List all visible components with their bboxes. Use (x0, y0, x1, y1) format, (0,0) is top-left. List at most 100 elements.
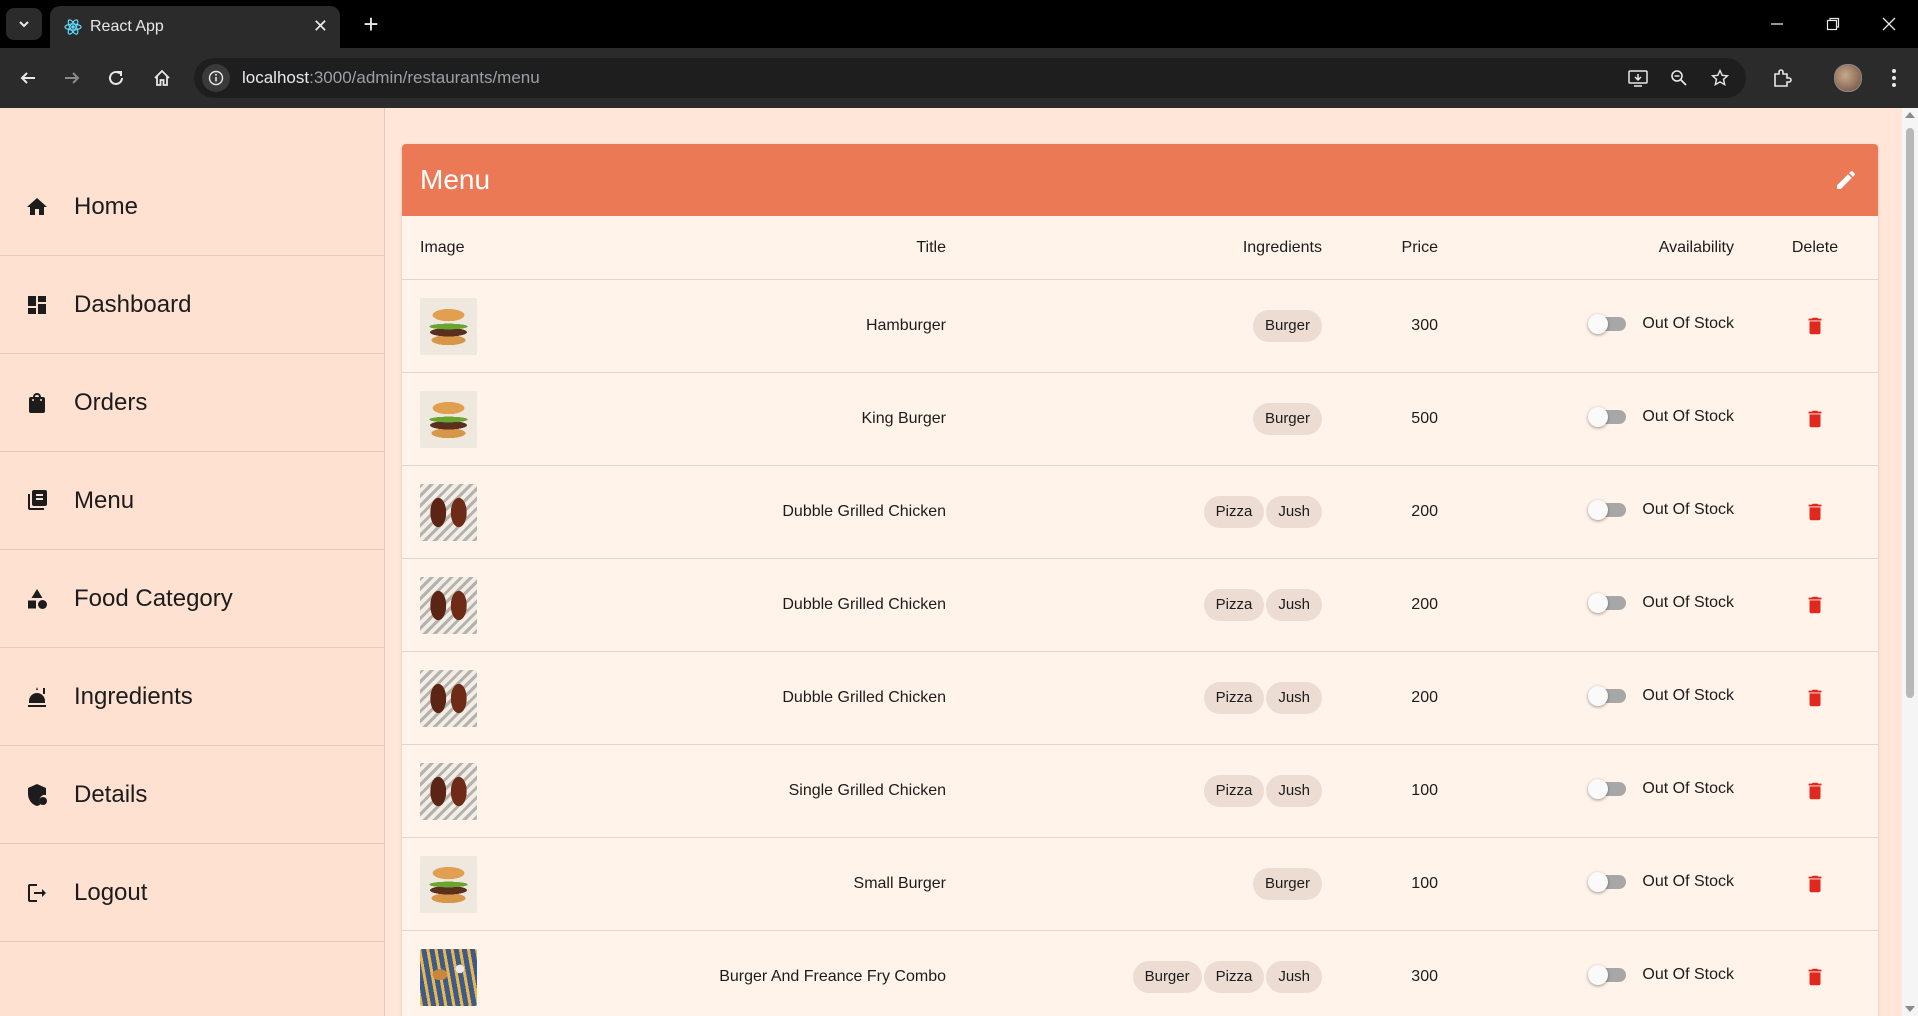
edit-button[interactable] (1832, 166, 1860, 194)
address-bar[interactable]: localhost:3000/admin/restaurants/menu (194, 58, 1746, 98)
trash-icon (1808, 317, 1822, 334)
sidebar-item-label: Details (74, 780, 148, 808)
bookmark-star-icon[interactable] (1706, 64, 1734, 92)
food-bank-icon (24, 684, 50, 710)
availability-control: Out Of Stock (1588, 405, 1734, 429)
ingredient-chip: Pizza (1203, 775, 1265, 807)
browser-menu-button[interactable] (1876, 60, 1912, 96)
availability-cell: Out Of Stock (1456, 744, 1752, 838)
sidebar-item-menu[interactable]: Menu (0, 452, 384, 550)
price-cell: 500 (1340, 372, 1456, 466)
browser-toolbar: localhost:3000/admin/restaurants/menu (0, 48, 1918, 108)
delete-button[interactable] (1799, 310, 1831, 342)
column-header-image: Image (402, 216, 598, 280)
sidebar-item-home[interactable]: Home (0, 158, 384, 256)
availability-toggle[interactable] (1588, 405, 1630, 429)
install-app-icon[interactable] (1624, 64, 1652, 92)
availability-toggle[interactable] (1588, 498, 1630, 522)
sidebar-item-dashboard[interactable]: Dashboard (0, 256, 384, 354)
sidebar-item-orders[interactable]: Orders (0, 354, 384, 452)
availability-toggle[interactable] (1588, 777, 1630, 801)
sidebar: Home Dashboard Orders Menu Food Category Ingr… (0, 108, 385, 1016)
delete-cell (1752, 744, 1878, 838)
availability-toggle[interactable] (1588, 591, 1630, 615)
ingredient-chips: Pizza Jush (1203, 496, 1322, 528)
delete-button[interactable] (1799, 775, 1831, 807)
delete-button[interactable] (1799, 682, 1831, 714)
table-row: Small Burger Burger 100 Out Of Stock (402, 837, 1878, 931)
arrow-left-icon (20, 72, 35, 84)
availability-control: Out Of Stock (1588, 963, 1734, 987)
food-image (420, 948, 477, 1006)
ingredients-cell: Pizza Jush (964, 651, 1340, 745)
back-button[interactable] (10, 60, 46, 96)
new-tab-button[interactable]: + (355, 8, 387, 40)
ingredients-cell: Pizza Jush (964, 465, 1340, 559)
toggle-thumb (1588, 871, 1609, 892)
toggle-thumb (1588, 406, 1609, 427)
toggle-thumb (1588, 964, 1609, 985)
tab-close-icon[interactable]: ✕ (313, 16, 328, 37)
delete-button[interactable] (1799, 868, 1831, 900)
page-scrollbar[interactable] (1902, 108, 1918, 1016)
zoom-icon[interactable] (1665, 64, 1693, 92)
table-row: Hamburger Burger 300 Out Of Stock (402, 279, 1878, 373)
ingredient-chip: Jush (1266, 682, 1322, 714)
delete-button[interactable] (1799, 496, 1831, 528)
image-cell (402, 930, 598, 1016)
ingredient-chip: Jush (1266, 496, 1322, 528)
browser-tab-bar: React App ✕ + (0, 0, 1918, 48)
toggle-thumb (1588, 592, 1609, 613)
shopping-bag-icon (24, 390, 50, 416)
logout-icon (24, 880, 50, 906)
minimize-button[interactable] (1754, 8, 1800, 40)
ingredient-chips: Burger (1252, 403, 1322, 435)
availability-toggle[interactable] (1588, 684, 1630, 708)
table-row: King Burger Burger 500 Out Of Stock (402, 372, 1878, 466)
availability-control: Out Of Stock (1588, 312, 1734, 336)
availability-toggle[interactable] (1588, 870, 1630, 894)
title-cell: Single Grilled Chicken (598, 744, 964, 838)
sidebar-item-ingredients[interactable]: Ingredients (0, 648, 384, 746)
availability-toggle[interactable] (1588, 963, 1630, 987)
ingredients-cell: Burger (964, 837, 1340, 931)
image-cell (402, 837, 598, 931)
site-info-icon[interactable] (202, 64, 230, 92)
forward-button[interactable] (54, 60, 90, 96)
tab-search-button[interactable] (6, 8, 42, 40)
availability-control: Out Of Stock (1588, 591, 1734, 615)
restore-button[interactable] (1810, 8, 1856, 40)
close-window-button[interactable] (1866, 8, 1912, 40)
trash-icon (1808, 410, 1822, 427)
minimize-icon (1771, 23, 1783, 25)
delete-button[interactable] (1799, 589, 1831, 621)
toggle-thumb (1588, 313, 1609, 334)
puzzle-icon (1774, 69, 1792, 87)
ingredient-chips: Burger Pizza Jush (1132, 961, 1322, 993)
ingredient-chips: Pizza Jush (1203, 682, 1322, 714)
sidebar-item-details[interactable]: Details (0, 746, 384, 844)
delete-cell (1752, 930, 1878, 1016)
home-button[interactable] (144, 60, 180, 96)
food-image (420, 390, 477, 448)
scroll-up-arrow[interactable] (1905, 112, 1915, 118)
scrollbar-thumb[interactable] (1906, 128, 1914, 698)
table-row: Dubble Grilled Chicken Pizza Jush 200 Out Of… (402, 558, 1878, 652)
sidebar-item-label: Ingredients (74, 682, 193, 710)
food-image (420, 576, 477, 634)
scroll-down-arrow[interactable] (1905, 1006, 1915, 1012)
availability-label: Out Of Stock (1642, 872, 1734, 890)
reload-button[interactable] (98, 60, 134, 96)
react-logo-icon (64, 19, 82, 35)
admin-panel-icon (24, 782, 50, 808)
availability-toggle[interactable] (1588, 312, 1630, 336)
sidebar-item-logout[interactable]: Logout (0, 844, 384, 942)
extensions-button[interactable] (1764, 60, 1800, 96)
delete-button[interactable] (1799, 961, 1831, 993)
ingredient-chips: Burger (1252, 310, 1322, 342)
browser-tab[interactable]: React App ✕ (50, 6, 340, 48)
delete-button[interactable] (1799, 403, 1831, 435)
ingredients-cell: Pizza Jush (964, 744, 1340, 838)
profile-avatar[interactable] (1834, 64, 1862, 92)
sidebar-item-food-category[interactable]: Food Category (0, 550, 384, 648)
